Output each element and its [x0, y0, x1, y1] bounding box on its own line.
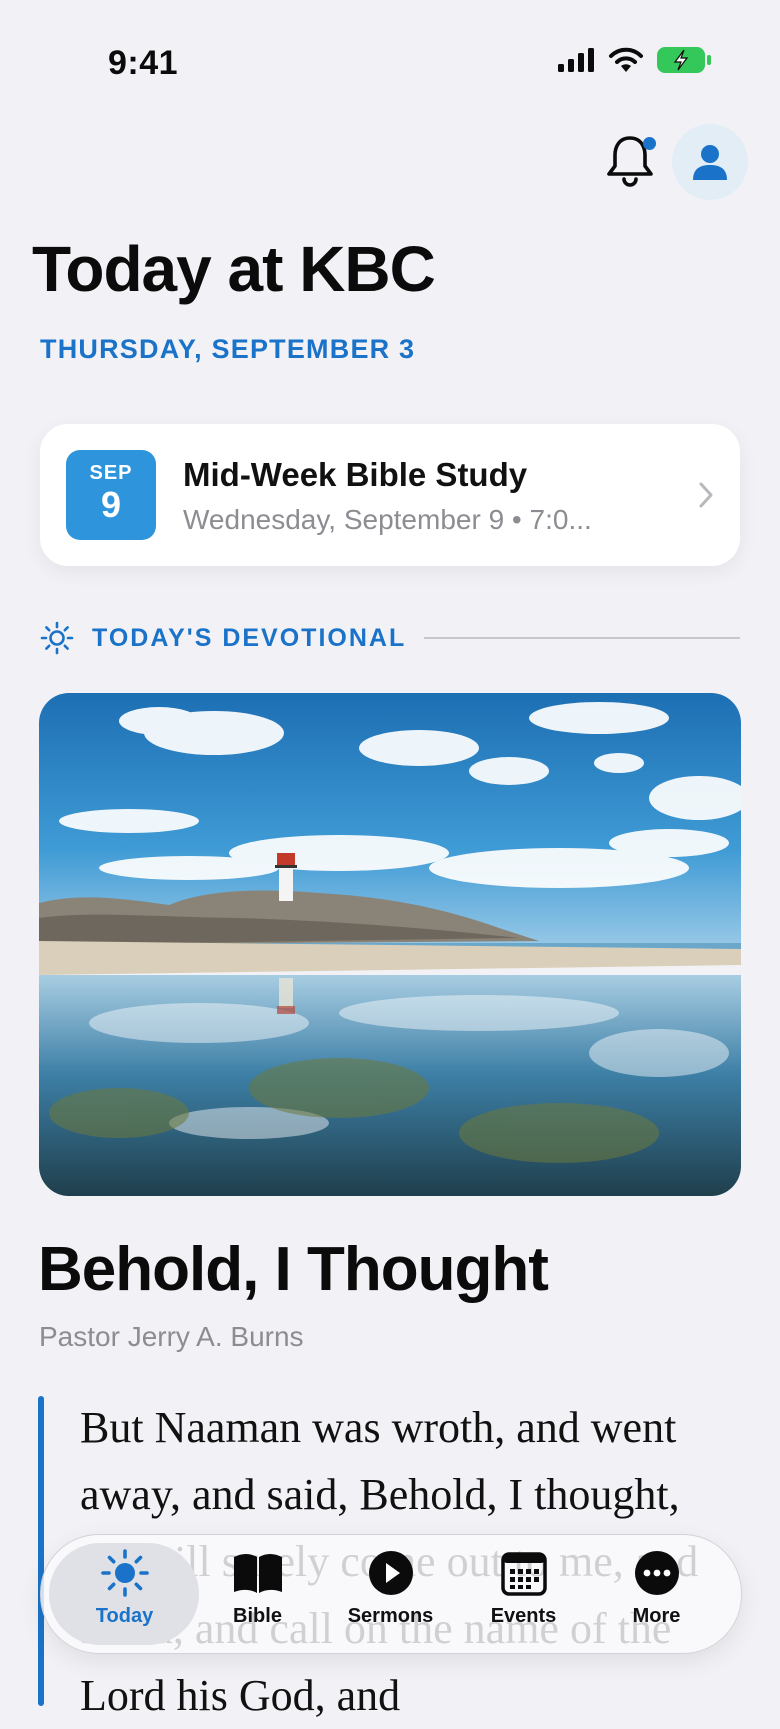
- chevron-right-icon: [699, 482, 713, 508]
- tab-label: More: [632, 1605, 681, 1627]
- tab-label: Sermons: [347, 1605, 434, 1627]
- status-icons: [558, 46, 712, 74]
- section-divider: [424, 637, 740, 639]
- book-icon: [233, 1554, 282, 1593]
- tab-events[interactable]: Events: [457, 1547, 590, 1643]
- devotional-author: Pastor Jerry A. Burns: [39, 1321, 304, 1352]
- wifi-icon: [609, 47, 643, 72]
- play-icon: [368, 1551, 413, 1595]
- section-label: TODAY'S DEVOTIONAL: [92, 623, 407, 652]
- tab-label: Events: [490, 1605, 557, 1627]
- today-date: THURSDAY, SEPTEMBER 3: [40, 334, 416, 364]
- more-icon: [634, 1551, 679, 1595]
- sun-icon: [40, 621, 74, 655]
- calendar-icon: [500, 1552, 547, 1596]
- notification-badge: [643, 137, 656, 150]
- sun-icon: [100, 1549, 149, 1597]
- tab-today[interactable]: Today: [58, 1547, 191, 1643]
- profile-button[interactable]: [672, 124, 748, 200]
- devotional-title: Behold, I Thought: [38, 1235, 549, 1304]
- tab-more[interactable]: More: [590, 1547, 723, 1643]
- status-bar: 9:41: [0, 0, 780, 120]
- battery-icon: [657, 47, 711, 73]
- person-icon: [693, 145, 727, 180]
- devotional-section-header: TODAY'S DEVOTIONAL: [40, 620, 740, 656]
- page-title: Today at KBC: [32, 233, 436, 305]
- event-subtitle: Wednesday, September 9 • 7:0...: [183, 504, 592, 535]
- devotional-image[interactable]: [39, 693, 741, 1196]
- tab-sermons[interactable]: Sermons: [324, 1547, 457, 1643]
- tab-label: Bible: [233, 1605, 282, 1627]
- tab-label: Today: [95, 1605, 154, 1627]
- event-title: Mid-Week Bible Study: [183, 456, 528, 493]
- event-day: 9: [100, 484, 122, 525]
- tab-bar: Today Bible Sermons Events More: [40, 1534, 742, 1654]
- quote-accent-bar: [38, 1396, 44, 1706]
- event-card[interactable]: SEP 9 Mid-Week Bible Study Wednesday, Se…: [40, 424, 740, 566]
- event-date-badge: SEP 9: [66, 450, 156, 540]
- signal-icon: [558, 48, 594, 72]
- event-month: SEP: [89, 462, 133, 484]
- status-time: 9:41: [108, 44, 179, 82]
- tab-bible[interactable]: Bible: [191, 1547, 324, 1643]
